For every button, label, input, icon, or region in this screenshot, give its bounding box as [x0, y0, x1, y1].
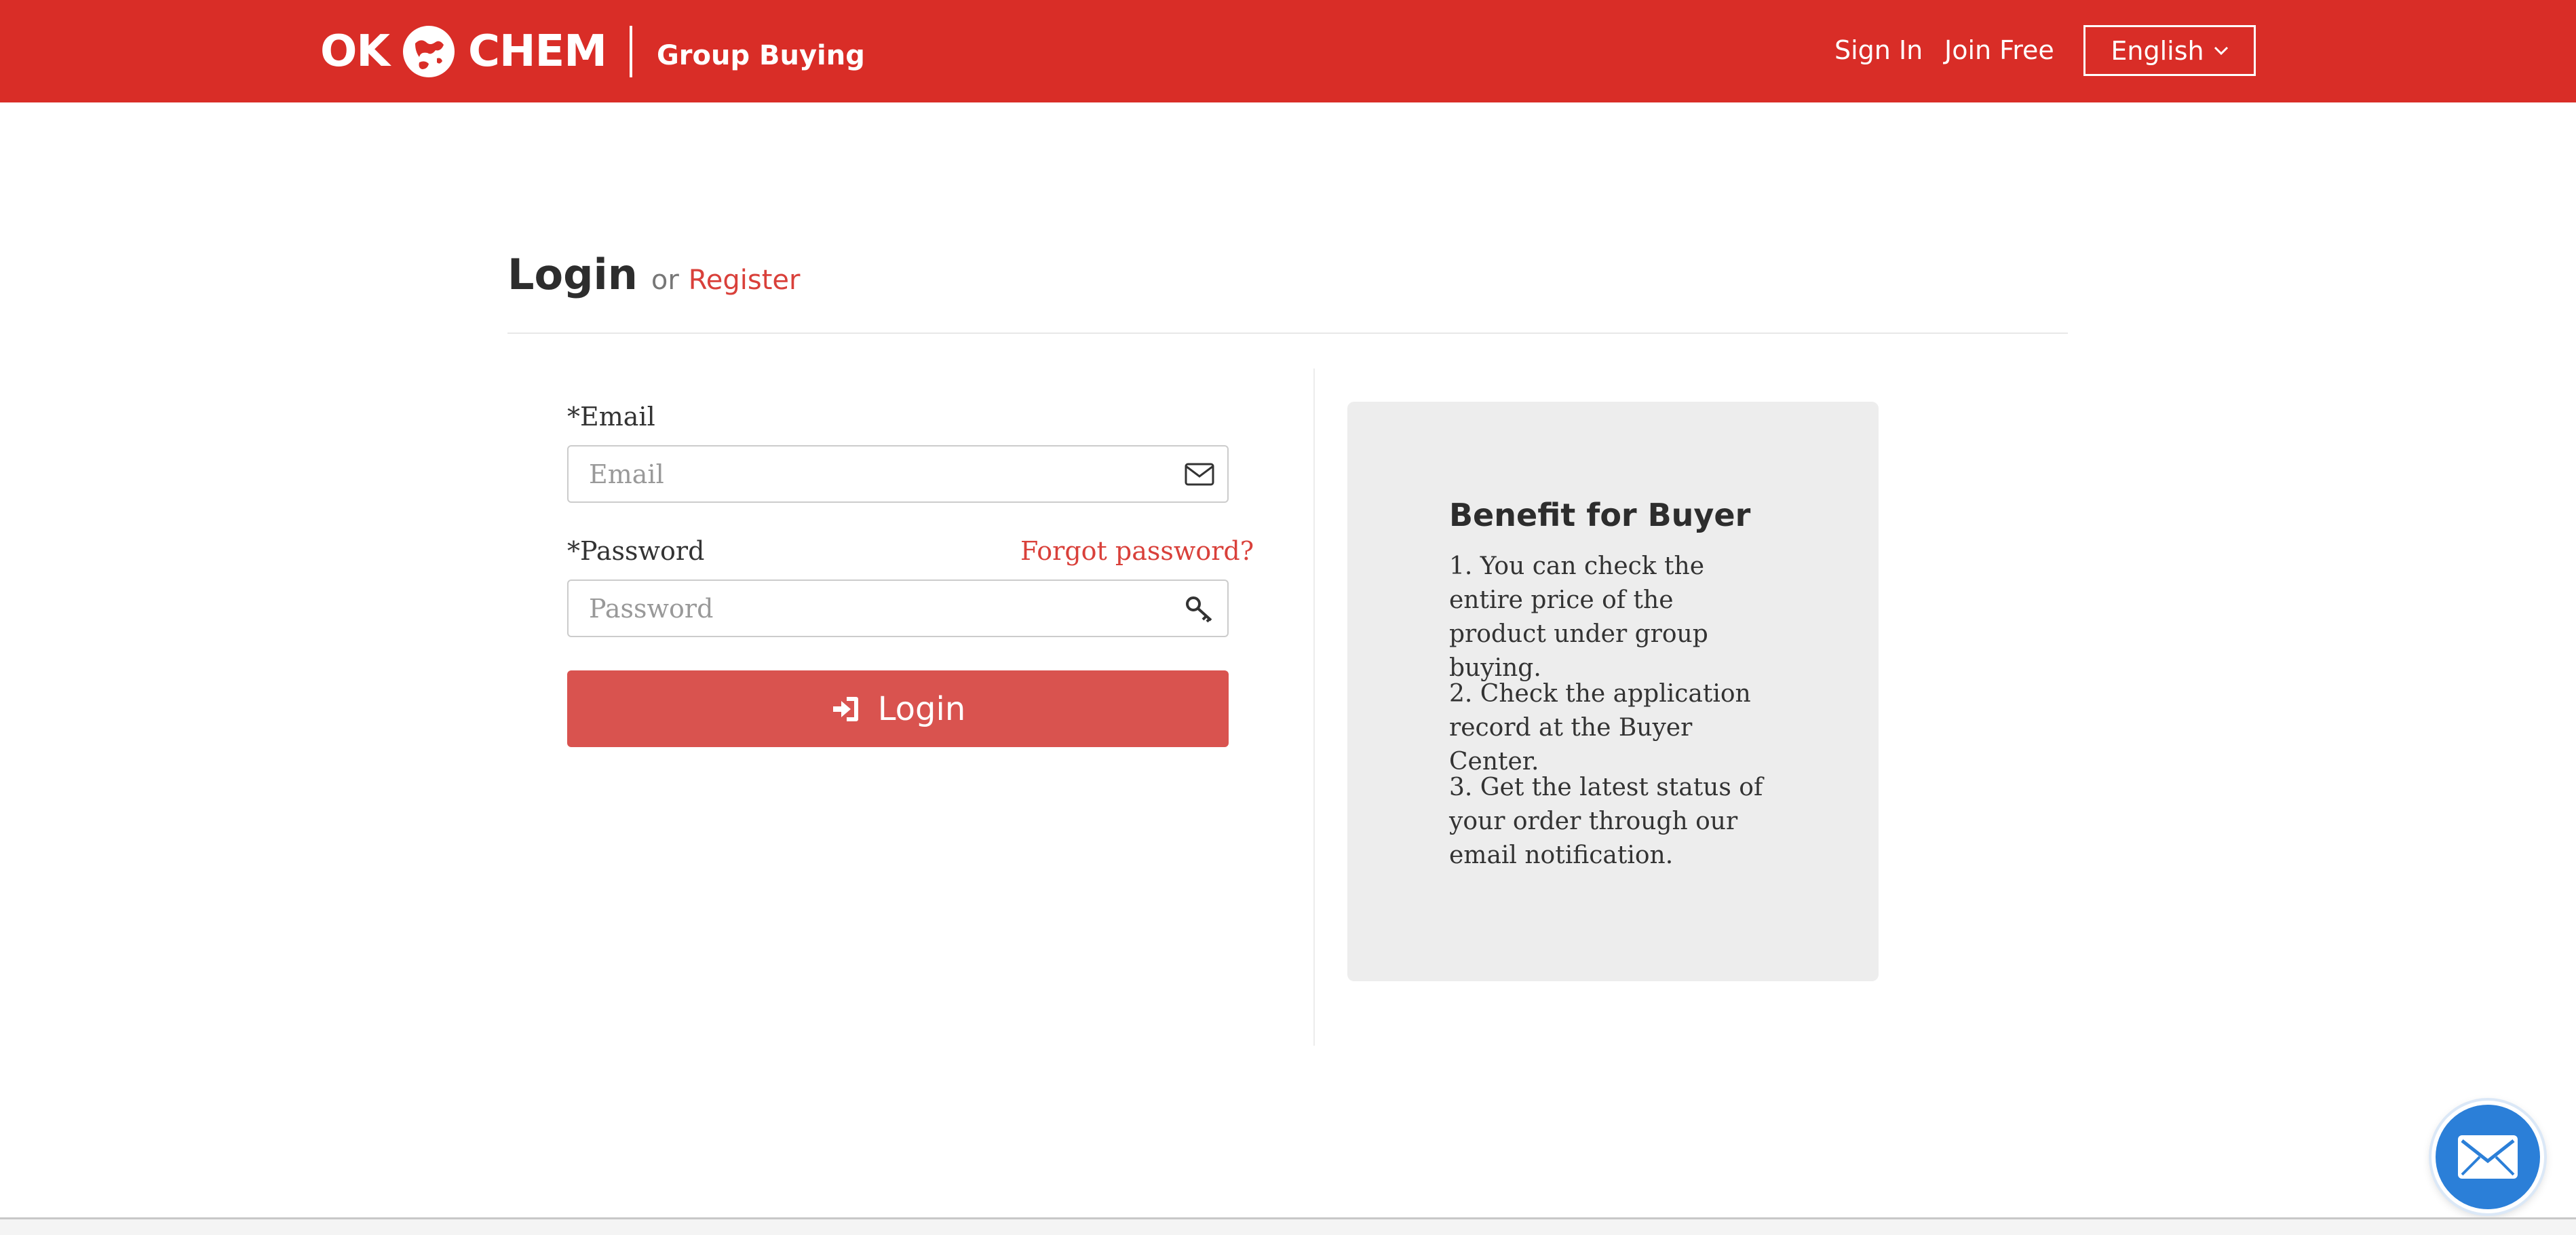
top-header: OK CHEM Group Buying Sign In Join Free E…: [0, 0, 2576, 102]
sign-in-icon: [832, 696, 858, 721]
mail-icon: [2458, 1135, 2518, 1179]
logo-subtitle: Group Buying: [656, 40, 865, 71]
logo-text-chem: CHEM: [468, 26, 607, 77]
floating-contact-button[interactable]: [2431, 1101, 2544, 1213]
benefit-item: 3. Get the latest status of your order t…: [1449, 774, 1763, 869]
logo-text-ok: OK: [320, 26, 390, 77]
benefit-item: 1. You can check the entire price of the…: [1449, 552, 1708, 682]
benefits-title: Benefit for Buyer: [1449, 497, 1751, 533]
globe-logo-icon: [403, 26, 455, 77]
password-field-container: [567, 580, 1229, 637]
email-label: *Email: [567, 402, 655, 432]
language-label: English: [2111, 35, 2204, 66]
password-input[interactable]: [589, 581, 1166, 636]
password-label: *Password: [567, 536, 705, 566]
page-heading: Login or Register: [507, 250, 800, 299]
email-field-container: [567, 445, 1229, 503]
login-button[interactable]: Login: [567, 670, 1229, 747]
chevron-down-icon: [2214, 46, 2228, 55]
key-icon: [1186, 596, 1212, 623]
heading-divider: [507, 332, 2068, 334]
language-dropdown[interactable]: English: [2083, 25, 2256, 76]
envelope-icon: [1185, 463, 1214, 486]
sign-in-link[interactable]: Sign In: [1834, 33, 1923, 68]
logo-divider: [629, 26, 632, 77]
forgot-password-link[interactable]: Forgot password?: [1020, 536, 1254, 566]
vertical-divider: [1313, 368, 1315, 1046]
footer-edge: [0, 1217, 2576, 1235]
email-input[interactable]: [589, 446, 1166, 501]
join-free-link[interactable]: Join Free: [1944, 33, 2054, 68]
benefits-panel: Benefit for Buyer 1. You can check the e…: [1347, 402, 1879, 981]
or-text: or: [651, 265, 679, 296]
register-link[interactable]: Register: [689, 265, 801, 296]
benefit-item: 2. Check the application record at the B…: [1449, 680, 1751, 776]
login-button-label: Login: [877, 689, 966, 728]
okchem-logo[interactable]: OK CHEM Group Buying: [320, 15, 865, 88]
page-title: Login: [507, 250, 638, 299]
